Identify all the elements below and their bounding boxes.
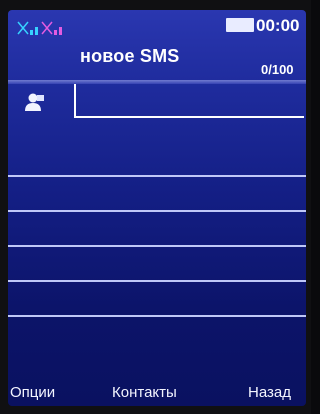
char-counter: 0/100 xyxy=(261,62,294,77)
message-line xyxy=(8,175,306,177)
phone-bezel: 00:00 новое SMS 0/100 Опции Контакты Наз… xyxy=(0,0,311,414)
page-title: новое SMS xyxy=(80,46,180,66)
message-line xyxy=(8,315,306,317)
recipient-field[interactable] xyxy=(74,84,304,118)
back-softkey[interactable]: Назад xyxy=(248,384,291,401)
clock: 00:00 xyxy=(256,16,300,35)
contacts-softkey[interactable]: Контакты xyxy=(112,384,177,401)
message-line xyxy=(8,245,306,247)
message-line xyxy=(8,210,306,212)
battery-icon xyxy=(226,18,254,32)
options-softkey[interactable]: Опции xyxy=(10,384,55,401)
softkey-bar: Опции Контакты Назад xyxy=(8,378,306,406)
status-bar: 00:00 xyxy=(8,10,306,50)
signal-bars-icon xyxy=(17,21,62,35)
contact-person-icon[interactable] xyxy=(22,92,46,112)
sms-compose-screen: 00:00 новое SMS 0/100 Опции Контакты Наз… xyxy=(8,10,306,406)
message-line xyxy=(8,280,306,282)
recipient-input[interactable] xyxy=(82,88,292,110)
